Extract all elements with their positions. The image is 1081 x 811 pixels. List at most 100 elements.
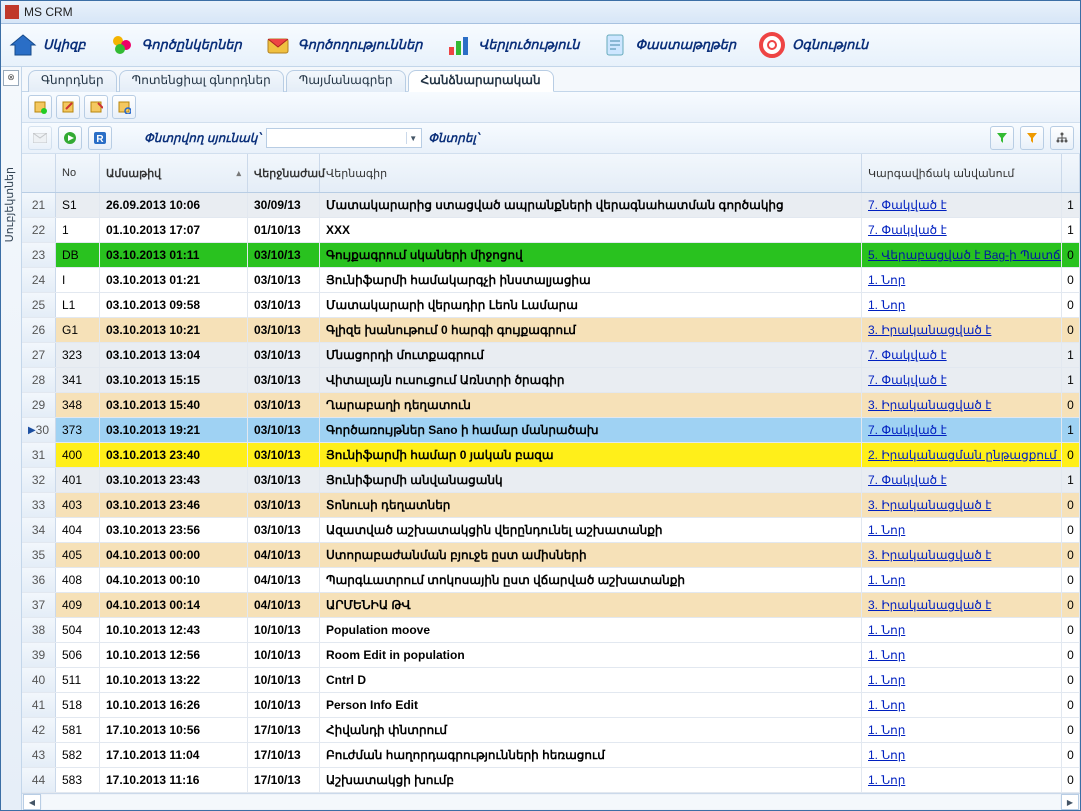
data-grid[interactable]: No Ամսաթիվ▴ Վերջնաժամ Վերնագիր Կարգավիճա… — [22, 154, 1080, 793]
status-link[interactable]: 7. Փակված է — [868, 223, 947, 237]
toolbar-documents[interactable]: Փաստաթղթեր — [601, 31, 736, 59]
table-row[interactable]: 3950610.10.2013 12:5610/10/13Room Edit i… — [22, 643, 1080, 668]
table-row[interactable]: 3740904.10.2013 00:1404/10/13ԱՐՄԵՆԻԱ ԹՎ3… — [22, 593, 1080, 618]
tab-contracts[interactable]: Պայմանագրեր — [286, 70, 406, 92]
table-row[interactable]: 4358217.10.2013 11:0417/10/13Բուժման հաղ… — [22, 743, 1080, 768]
toolbar-analysis[interactable]: Վերլուծություն — [445, 31, 580, 59]
table-row[interactable]: 4151810.10.2013 16:2610/10/13Person Info… — [22, 693, 1080, 718]
status-link[interactable]: 7. Փակված է — [868, 198, 947, 212]
row-header[interactable]: 32 — [22, 468, 56, 492]
col-date[interactable]: Ամսաթիվ▴ — [100, 154, 248, 192]
row-header[interactable]: 39 — [22, 643, 56, 667]
run-button[interactable] — [58, 126, 82, 150]
search-column-combo[interactable]: ▼ — [266, 128, 422, 148]
row-header[interactable]: 33 — [22, 493, 56, 517]
row-header[interactable]: 41 — [22, 693, 56, 717]
row-header[interactable]: 22 — [22, 218, 56, 242]
row-header[interactable]: 26 — [22, 318, 56, 342]
scroll-right-icon[interactable]: ▶ — [1061, 794, 1079, 810]
table-row[interactable]: 2934803.10.2013 15:4003/10/13Ղարաբաղի դե… — [22, 393, 1080, 418]
row-header[interactable]: 44 — [22, 768, 56, 792]
col-title[interactable]: Վերնագիր — [320, 154, 862, 192]
row-header[interactable]: 25 — [22, 293, 56, 317]
status-link[interactable]: 3. Իրականացված է — [868, 323, 991, 337]
row-header[interactable]: 38 — [22, 618, 56, 642]
hierarchy-button[interactable] — [1050, 126, 1074, 150]
refresh-button[interactable]: R — [88, 126, 112, 150]
status-link[interactable]: 1. Նոր — [868, 573, 905, 587]
tab-buyers[interactable]: Գնորդներ — [28, 70, 117, 92]
toolbar-home[interactable]: Սկիզբ — [9, 31, 86, 59]
row-header[interactable]: 21 — [22, 193, 56, 217]
table-row[interactable]: 4458317.10.2013 11:1617/10/13Աշխատակցի խ… — [22, 768, 1080, 793]
status-link[interactable]: 7. Փակված է — [868, 473, 947, 487]
table-row[interactable]: 3540504.10.2013 00:0004/10/13Ստորաբաժանմ… — [22, 543, 1080, 568]
table-row[interactable]: 3440403.10.2013 23:5603/10/13Ազատված աշխ… — [22, 518, 1080, 543]
table-row[interactable]: 3240103.10.2013 23:4303/10/13Յունիֆարմի … — [22, 468, 1080, 493]
table-row[interactable]: 3140003.10.2013 23:4003/10/13Յունիֆարմի … — [22, 443, 1080, 468]
status-link[interactable]: 1. Նոր — [868, 298, 905, 312]
col-status[interactable]: Կարգավիճակ անվանում — [862, 154, 1062, 192]
view-button[interactable] — [112, 95, 136, 119]
table-row[interactable]: 3340303.10.2013 23:4603/10/13Տոնուսի դեղ… — [22, 493, 1080, 518]
table-row[interactable]: 23DB03.10.2013 01:1103/10/13Գույքագրում … — [22, 243, 1080, 268]
col-deadline[interactable]: Վերջնաժամ — [248, 154, 320, 192]
add-button[interactable] — [28, 95, 52, 119]
table-row[interactable]: 3850410.10.2013 12:4310/10/13Population … — [22, 618, 1080, 643]
status-link[interactable]: 3. Իրականացված է — [868, 398, 991, 412]
filter-orange-button[interactable] — [1020, 126, 1044, 150]
row-header[interactable]: 35 — [22, 543, 56, 567]
table-row[interactable]: 2834103.10.2013 15:1503/10/13Վիտալայն ու… — [22, 368, 1080, 393]
status-link[interactable]: 1. Նոր — [868, 523, 905, 537]
toolbar-help[interactable]: Օգնություն — [758, 31, 868, 59]
row-header[interactable]: 40 — [22, 668, 56, 692]
table-row[interactable]: 26G103.10.2013 10:2103/10/13Գլիզե խանութ… — [22, 318, 1080, 343]
tab-potential[interactable]: Պոտենցիալ գնորդներ — [119, 70, 284, 92]
table-row[interactable]: 3640804.10.2013 00:1004/10/13Պարգևատրում… — [22, 568, 1080, 593]
col-extra[interactable] — [1062, 154, 1080, 192]
delete-button[interactable] — [84, 95, 108, 119]
mail-button[interactable] — [28, 126, 52, 150]
status-link[interactable]: 1. Նոր — [868, 773, 905, 787]
col-no[interactable]: No — [56, 154, 100, 192]
toolbar-partners[interactable]: Գործընկերներ — [108, 31, 242, 59]
filter-green-button[interactable] — [990, 126, 1014, 150]
table-row[interactable]: 4051110.10.2013 13:2210/10/13Cntrl D1. Ն… — [22, 668, 1080, 693]
row-header[interactable]: 29 — [22, 393, 56, 417]
table-row[interactable]: 24I03.10.2013 01:2103/10/13Յունիֆարմի հա… — [22, 268, 1080, 293]
toolbar-operations[interactable]: Գործողություններ — [264, 31, 423, 59]
status-link[interactable]: 7. Փակված է — [868, 373, 947, 387]
row-header[interactable]: 34 — [22, 518, 56, 542]
row-header[interactable]: 37 — [22, 593, 56, 617]
table-row[interactable]: 25L103.10.2013 09:5803/10/13Մատակարարի վ… — [22, 293, 1080, 318]
row-header[interactable]: 31 — [22, 443, 56, 467]
status-link[interactable]: 1. Նոր — [868, 623, 905, 637]
scroll-left-icon[interactable]: ◀ — [23, 794, 41, 810]
scroll-track[interactable] — [42, 795, 1060, 809]
side-panel-collapsed[interactable]: ⊗ Սուբյեկտներ — [1, 67, 22, 810]
status-link[interactable]: 1. Նոր — [868, 698, 905, 712]
row-header[interactable]: 24 — [22, 268, 56, 292]
status-link[interactable]: 2. Իրականացման ընթացքում է — [868, 448, 1062, 462]
status-link[interactable]: 1. Նոր — [868, 748, 905, 762]
status-link[interactable]: 7. Փակված է — [868, 423, 947, 437]
status-link[interactable]: 1. Նոր — [868, 648, 905, 662]
table-row[interactable]: 2732303.10.2013 13:0403/10/13Մնացորդի մո… — [22, 343, 1080, 368]
row-header[interactable]: 36 — [22, 568, 56, 592]
table-row[interactable]: 22101.10.2013 17:0701/10/13XXX7. Փակված … — [22, 218, 1080, 243]
row-header[interactable]: 28 — [22, 368, 56, 392]
tab-instructions[interactable]: Հանձնարարական — [408, 70, 554, 92]
status-link[interactable]: 3. Իրականացված է — [868, 548, 991, 562]
status-link[interactable]: 1. Նոր — [868, 723, 905, 737]
row-header[interactable]: ▶30 — [22, 418, 56, 442]
horizontal-scrollbar[interactable]: ◀ ▶ — [22, 793, 1080, 810]
col-selector[interactable] — [22, 154, 56, 192]
status-link[interactable]: 3. Իրականացված է — [868, 598, 991, 612]
status-link[interactable]: 5. Վերաբացված է Bag-ի Պատճառով — [868, 248, 1062, 262]
status-link[interactable]: 1. Նոր — [868, 673, 905, 687]
table-row[interactable]: ▶3037303.10.2013 19:2103/10/13Գործառույթ… — [22, 418, 1080, 443]
table-row[interactable]: 21S126.09.2013 10:0630/09/13Մատակարարից … — [22, 193, 1080, 218]
table-row[interactable]: 4258117.10.2013 10:5617/10/13Հիվանդի փնտ… — [22, 718, 1080, 743]
row-header[interactable]: 27 — [22, 343, 56, 367]
pin-icon[interactable]: ⊗ — [3, 70, 19, 86]
